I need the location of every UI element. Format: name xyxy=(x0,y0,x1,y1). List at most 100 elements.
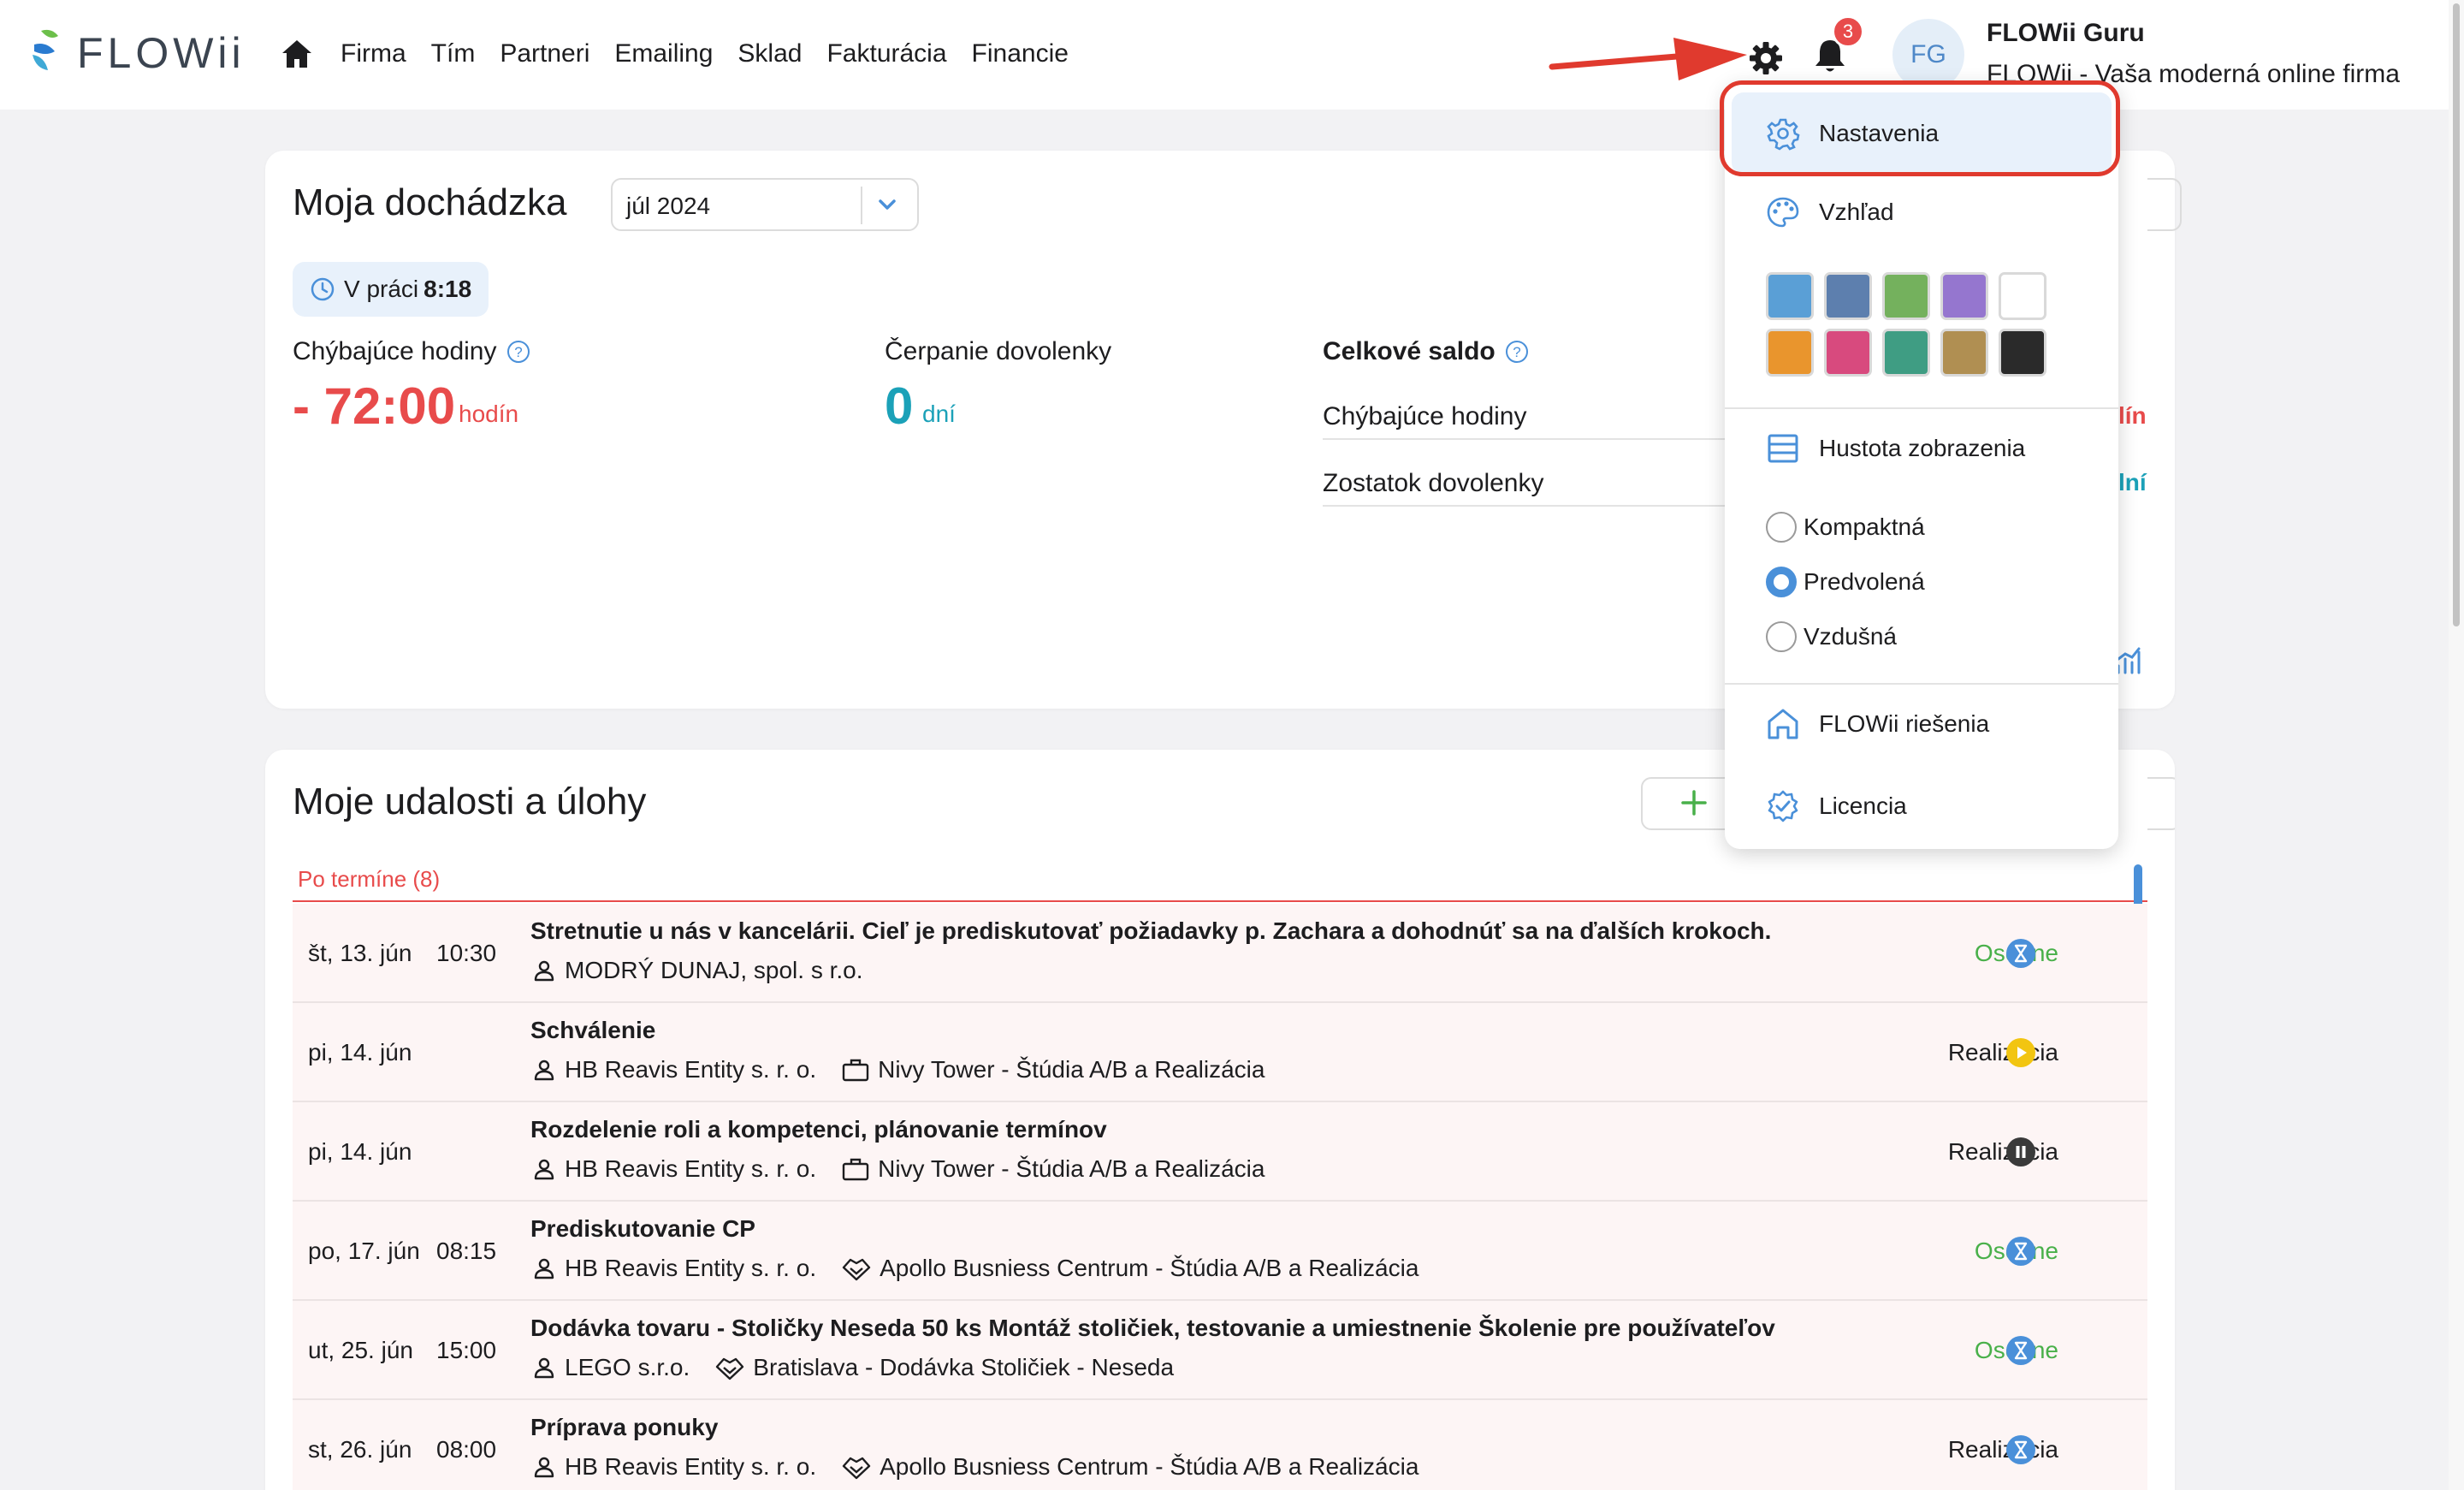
event-client[interactable]: HB Reavis Entity s. r. o. xyxy=(565,1453,816,1481)
theme-color-swatch[interactable] xyxy=(1999,272,2046,320)
event-meta: LEGO s.r.o. Bratislava - Dodávka Stoličie… xyxy=(532,1354,1174,1381)
nav-item-tim[interactable]: Tím xyxy=(431,39,476,68)
theme-color-swatch[interactable] xyxy=(1940,329,1988,377)
event-title[interactable]: Príprava ponuky xyxy=(530,1414,718,1441)
month-select[interactable]: júl 2024 xyxy=(611,178,919,231)
theme-color-swatch[interactable] xyxy=(1824,272,1872,320)
settings-gear-icon[interactable] xyxy=(1749,41,1783,75)
density-radio-predvolena[interactable] xyxy=(1766,567,1797,597)
handshake-icon xyxy=(715,1355,753,1380)
missing-hours-label-row: Chýbajúce hodiny ? xyxy=(293,337,531,366)
theme-color-swatch[interactable] xyxy=(1999,329,2046,377)
missing-hours-unit: hodín xyxy=(459,401,519,427)
theme-color-swatch[interactable] xyxy=(1766,272,1814,320)
play-icon[interactable] xyxy=(2005,1037,2036,1068)
menu-item-label: Licencia xyxy=(1819,792,1907,819)
flowii-logo[interactable]: FLOWii xyxy=(26,26,246,80)
nav-item-fakturacia[interactable]: Fakturácia xyxy=(826,39,946,68)
density-radio-kompaktna[interactable] xyxy=(1766,512,1797,543)
event-project[interactable]: Apollo Busniess Centrum - Štúdia A/B a R… xyxy=(880,1453,1419,1481)
overdue-divider xyxy=(293,900,2147,902)
density-option-label[interactable]: Vzdušná xyxy=(1804,623,1897,650)
help-icon[interactable]: ? xyxy=(506,339,531,365)
event-client[interactable]: HB Reavis Entity s. r. o. xyxy=(565,1155,816,1183)
events-action-button[interactable] xyxy=(2147,777,2175,830)
event-title[interactable]: Schválenie xyxy=(530,1017,655,1044)
event-meta: HB Reavis Entity s. r. o. Nivy Tower - Št… xyxy=(532,1155,1265,1183)
density-option-label[interactable]: Predvolená xyxy=(1804,568,1925,596)
user-name[interactable]: FLOWii Guru xyxy=(1987,19,2145,48)
event-meta: HB Reavis Entity s. r. o. Apollo Busniess… xyxy=(532,1255,1419,1282)
theme-color-swatch[interactable] xyxy=(1882,272,1930,320)
hourglass-icon[interactable] xyxy=(2005,938,2036,969)
page-scrollbar-thumb[interactable] xyxy=(2453,3,2460,626)
event-client[interactable]: HB Reavis Entity s. r. o. xyxy=(565,1056,816,1083)
handshake-icon xyxy=(842,1256,880,1281)
attendance-action-button[interactable] xyxy=(2147,178,2182,231)
event-status: Realizácia xyxy=(1947,1138,2058,1165)
saldo-value-partial: lní xyxy=(2118,469,2147,496)
event-row[interactable]: po, 17. jún 08:15 Prediskutovanie CP HB Rea… xyxy=(293,1202,2147,1301)
menu-item-label: FLOWii riešenia xyxy=(1819,710,1990,737)
density-radio-vzdusna[interactable] xyxy=(1766,621,1797,652)
theme-color-swatch[interactable] xyxy=(1824,329,1872,377)
notifications-badge: 3 xyxy=(1832,15,1864,48)
event-project[interactable]: Bratislava - Dodávka Stoličiek - Neseda xyxy=(753,1354,1174,1381)
vacation-value: 0 xyxy=(885,377,914,435)
nav-item-emailing[interactable]: Emailing xyxy=(614,39,713,68)
event-time: 08:15 xyxy=(436,1238,497,1264)
event-status: Realizácia xyxy=(1947,1436,2058,1463)
plus-icon xyxy=(1679,787,1709,818)
event-title[interactable]: Prediskutovanie CP xyxy=(530,1215,755,1243)
nav-item-partneri[interactable]: Partneri xyxy=(500,39,589,68)
event-row[interactable]: pi, 14. jún Schválenie HB Reavis Entity s.… xyxy=(293,1003,2147,1102)
menu-item-flowii-riesenia[interactable]: FLOWii riešenia xyxy=(1766,707,1989,741)
event-client[interactable]: MODRÝ DUNAJ, spol. s r.o. xyxy=(565,957,863,984)
theme-color-swatch[interactable] xyxy=(1940,272,1988,320)
event-title[interactable]: Stretnutie u nás v kancelárii. Cieľ je p… xyxy=(530,917,1771,945)
svg-text:?: ? xyxy=(514,344,522,360)
event-row[interactable]: pi, 14. jún Rozdelenie roli a kompetenci,… xyxy=(293,1102,2147,1202)
person-icon xyxy=(532,1256,565,1280)
density-option-label[interactable]: Kompaktná xyxy=(1804,513,1925,541)
event-client[interactable]: HB Reavis Entity s. r. o. xyxy=(565,1255,816,1282)
chevron-down-icon[interactable] xyxy=(874,192,900,217)
event-time: 08:00 xyxy=(436,1436,497,1463)
event-date: ut, 25. jún xyxy=(308,1337,413,1363)
menu-separator xyxy=(1725,683,2118,685)
home-icon[interactable] xyxy=(281,39,313,69)
theme-color-swatch[interactable] xyxy=(1766,329,1814,377)
event-date: po, 17. jún xyxy=(308,1238,420,1264)
pause-icon[interactable] xyxy=(2005,1137,2036,1167)
saldo-row-vacation-balance: Zostatok dovolenky xyxy=(1323,469,1733,507)
attendance-title: Moja dochádzka xyxy=(293,181,567,223)
chart-icon[interactable] xyxy=(2115,647,2144,676)
event-project[interactable]: Nivy Tower - Štúdia A/B a Realizácia xyxy=(878,1155,1265,1183)
theme-color-swatch[interactable] xyxy=(1882,329,1930,377)
hourglass-icon[interactable] xyxy=(2005,1335,2036,1366)
event-title[interactable]: Rozdelenie roli a kompetenci, plánovanie… xyxy=(530,1116,1107,1143)
event-title[interactable]: Dodávka tovaru - Stoličky Neseda 50 ks M… xyxy=(530,1315,1775,1342)
menu-item-vzhlad[interactable]: Vzhľad xyxy=(1766,195,1894,229)
hourglass-icon[interactable] xyxy=(2005,1236,2036,1267)
help-icon[interactable]: ? xyxy=(1504,339,1530,365)
nav-item-sklad[interactable]: Sklad xyxy=(737,39,802,68)
event-project[interactable]: Nivy Tower - Štúdia A/B a Realizácia xyxy=(878,1056,1265,1083)
nav-item-financie[interactable]: Financie xyxy=(972,39,1069,68)
event-row[interactable]: ut, 25. jún 15:00 Dodávka tovaru - Stoličk… xyxy=(293,1301,2147,1400)
vacation-unit: dní xyxy=(922,401,956,427)
page-scrollbar[interactable] xyxy=(2449,0,2464,1490)
event-project[interactable]: Apollo Busniess Centrum - Štúdia A/B a R… xyxy=(880,1255,1419,1282)
overdue-section-label[interactable]: Po termíne (8) xyxy=(298,866,440,893)
solutions-house-icon xyxy=(1768,709,1798,739)
event-client[interactable]: LEGO s.r.o. xyxy=(565,1354,690,1381)
briefcase-icon xyxy=(842,1058,878,1082)
vacation-label: Čerpanie dovolenky xyxy=(885,337,1112,365)
svg-text:?: ? xyxy=(1513,344,1520,360)
menu-item-hustota[interactable]: Hustota zobrazenia xyxy=(1766,431,2025,466)
nav-item-firma[interactable]: Firma xyxy=(341,39,406,68)
hourglass-icon[interactable] xyxy=(2005,1434,2036,1465)
menu-item-licencia[interactable]: Licencia xyxy=(1766,789,1907,823)
event-row[interactable]: št, 13. jún 10:30 Stretnutie u nás v kance… xyxy=(293,904,2147,1003)
event-row[interactable]: st, 26. jún 08:00 Príprava ponuky HB Reavis… xyxy=(293,1400,2147,1490)
